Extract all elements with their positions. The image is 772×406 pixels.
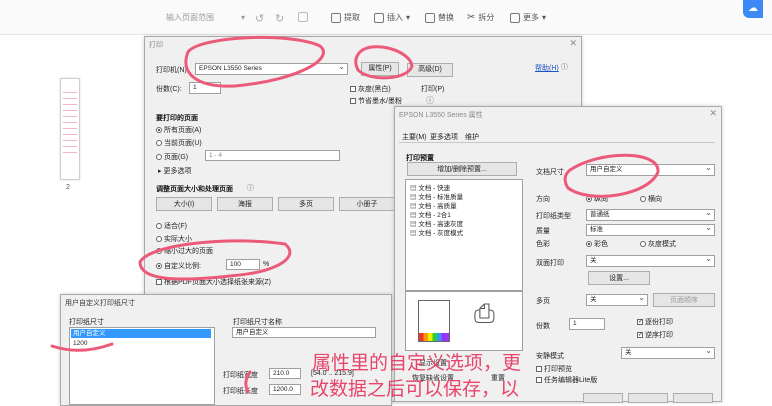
scale-circle-stroke (138, 239, 292, 281)
list-underline-stroke (50, 342, 114, 352)
annotation-text-line1: 属性里的自定义选项，更 (312, 352, 522, 374)
printer-circle-stroke (184, 35, 325, 88)
annotation-ink (50, 35, 660, 394)
properties-circle-stroke (354, 45, 414, 80)
text-bracket-stroke (244, 370, 252, 394)
annotation-text-line2: 改数据之后可以保存，以 (310, 378, 520, 400)
docsize-circle-stroke (563, 153, 660, 198)
